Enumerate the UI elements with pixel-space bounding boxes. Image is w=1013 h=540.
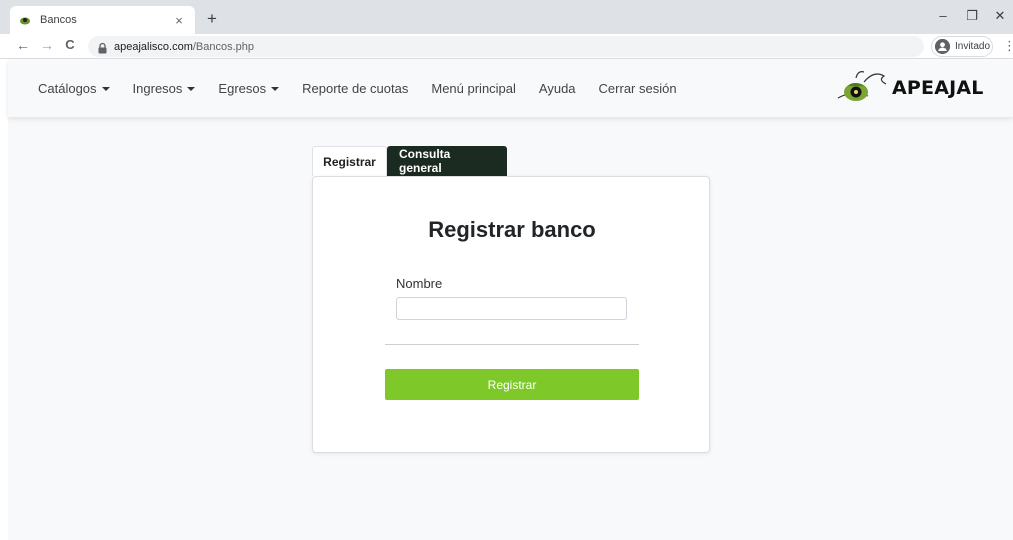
browser-tab[interactable]: Bancos ×	[10, 6, 195, 34]
url-text: apeajalisco.com/Bancos.php	[114, 41, 254, 53]
profile-avatar-icon	[935, 39, 950, 54]
nav-label: Cerrar sesión	[598, 81, 677, 96]
logo-text: APEAJAL	[892, 77, 984, 99]
tab-strip: Bancos × + – ❐ ✕	[0, 0, 1013, 34]
page-content: Catálogos Ingresos Egresos Reporte de cu…	[8, 60, 1013, 540]
nav-ayuda[interactable]: Ayuda	[539, 81, 576, 96]
new-tab-button[interactable]: +	[202, 9, 222, 29]
browser-toolbar: ← → C apeajalisco.com/Bancos.php Invitad…	[0, 34, 1013, 59]
caret-down-icon	[101, 86, 110, 91]
browser-window: Bancos × + – ❐ ✕ ← → C apeajalisco.com/B…	[0, 0, 1013, 540]
main-navbar: Catálogos Ingresos Egresos Reporte de cu…	[8, 60, 1013, 117]
page-title: Registrar banco	[428, 217, 596, 242]
nav-menu-principal[interactable]: Menú principal	[431, 81, 516, 96]
nav-cerrar-sesion[interactable]: Cerrar sesión	[599, 81, 677, 96]
apeajal-logo[interactable]: APEAJAL	[834, 68, 984, 108]
nav-catalogos[interactable]: Catálogos	[38, 81, 110, 96]
nav-label: Ayuda	[538, 81, 576, 96]
caret-down-icon	[271, 86, 280, 91]
registrar-button[interactable]: Registrar	[385, 369, 639, 400]
restore-button[interactable]: ❐	[962, 8, 982, 24]
nav-label: Reporte de cuotas	[302, 81, 409, 96]
url-host: apeajalisco.com	[114, 40, 193, 53]
reload-button[interactable]: C	[61, 37, 79, 52]
forward-button[interactable]: →	[38, 37, 56, 53]
lock-icon	[98, 41, 107, 54]
back-button[interactable]: ←	[14, 37, 32, 53]
register-card: Registrar banco Nombre Registrar	[312, 176, 710, 453]
nav-ingresos[interactable]: Ingresos	[133, 81, 196, 96]
tab-title: Bancos	[40, 14, 77, 26]
nav-label: Egresos	[218, 81, 267, 96]
nav-egresos[interactable]: Egresos	[218, 81, 280, 96]
nav-label: Menú principal	[431, 81, 516, 96]
address-bar[interactable]: apeajalisco.com/Bancos.php	[88, 36, 924, 57]
close-window-button[interactable]: ✕	[990, 8, 1010, 24]
browser-menu-icon[interactable]: ⋮	[1003, 38, 1013, 54]
apeajal-favicon-icon	[18, 13, 32, 27]
nombre-input[interactable]	[396, 297, 627, 320]
agave-logo-icon	[834, 68, 890, 109]
close-tab-icon[interactable]: ×	[171, 13, 187, 28]
minimize-button[interactable]: –	[933, 8, 953, 23]
profile-label: Invitado	[955, 41, 991, 52]
profile-button[interactable]: Invitado	[931, 36, 993, 57]
nombre-label: Nombre	[396, 276, 443, 291]
nav-label: Catálogos	[38, 81, 97, 96]
caret-down-icon	[187, 86, 196, 91]
tab-registrar[interactable]: Registrar	[312, 146, 387, 176]
nav-label: Ingresos	[132, 81, 183, 96]
form-tabs: Registrar Consulta general	[312, 146, 507, 176]
divider	[385, 344, 639, 345]
nav-reporte-cuotas[interactable]: Reporte de cuotas	[302, 81, 408, 96]
tab-consulta-general[interactable]: Consulta general	[387, 146, 507, 176]
url-path: /Bancos.php	[192, 40, 255, 53]
